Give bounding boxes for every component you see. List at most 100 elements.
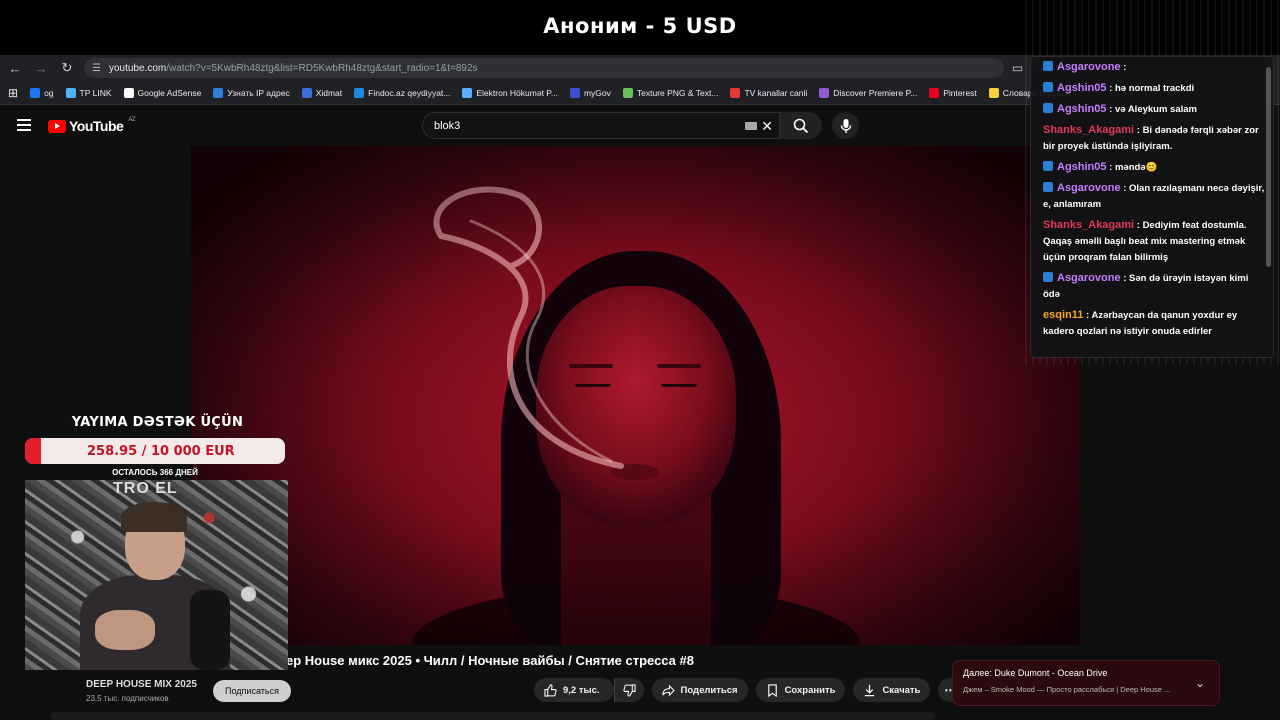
chat-overlay: Asgarovone : Agshin05 : hə normal trackd… — [1030, 56, 1274, 358]
share-label: Поделиться — [680, 684, 738, 696]
apps-grid-icon[interactable]: ⊞ — [8, 86, 18, 100]
bookmark-item[interactable]: Discover Premiere P... — [819, 87, 918, 98]
bookmark-favicon-icon — [730, 87, 741, 98]
video-player[interactable] — [191, 146, 1080, 645]
bookmark-item[interactable]: TP LINK — [65, 87, 112, 98]
description-strip — [50, 712, 935, 720]
bookmark-item[interactable]: TV kanallar canli — [730, 87, 808, 98]
bookmark-item[interactable]: Google AdSense — [123, 87, 202, 98]
chat-separator: : — [1106, 162, 1115, 173]
like-button[interactable]: 9,2 тыс. — [534, 678, 614, 702]
subscribe-button[interactable]: Подписаться — [213, 680, 291, 702]
donation-days-left: ОСТАЛОСЬ 366 ДНЕЙ — [112, 468, 198, 477]
video-actions: 9,2 тыс. Поделиться Сохранить Скачать ⋯ — [534, 678, 963, 702]
channel-name[interactable]: DEEP HOUSE MIX 2025 — [86, 679, 197, 690]
youtube-logo[interactable]: YouTube AZ — [48, 117, 135, 134]
install-app-icon[interactable]: ▭ — [1012, 61, 1023, 75]
chat-username[interactable]: Agshin05 — [1057, 82, 1107, 94]
bookmark-item[interactable]: Elektron Hökumət P... — [462, 87, 558, 98]
back-icon[interactable]: ← — [6, 59, 24, 77]
forward-icon[interactable]: → — [32, 59, 50, 77]
chat-message: Agshin05 : və Aleykum salam — [1043, 101, 1267, 118]
chat-username[interactable]: Shanks_Akagami — [1043, 219, 1134, 231]
stream-title: Аноним - 5 USD — [543, 14, 737, 38]
thumbs-up-icon — [544, 683, 557, 697]
save-label: Сохранить — [784, 684, 836, 696]
chat-separator: : — [1134, 125, 1143, 136]
thumbs-down-icon — [622, 683, 636, 697]
bookmark-item[interactable]: Pinterest — [929, 87, 977, 98]
bookmark-favicon-icon — [354, 87, 365, 98]
bookmark-item[interactable]: Узнать IP адрес — [213, 87, 290, 98]
bookmark-label: Google AdSense — [137, 87, 202, 98]
chat-separator: : — [1134, 220, 1143, 231]
donation-progress-bar: 258.95 / 10 000 EUR — [25, 438, 285, 464]
chat-text: məndə😊 — [1114, 162, 1158, 173]
chat-message: Agshin05 : məndə😊 — [1043, 159, 1267, 176]
bookmark-item[interactable]: myGov — [569, 87, 611, 98]
bookmark-item[interactable]: Xidmat — [301, 87, 342, 98]
bookmark-label: Discover Premiere P... — [833, 87, 918, 98]
bookmark-label: Elektron Hökumət P... — [476, 87, 558, 98]
chat-badge-icon — [1043, 161, 1053, 171]
bookmark-label: TV kanallar canli — [744, 87, 808, 98]
chat-text: və Aleykum salam — [1114, 104, 1197, 115]
screen: Аноним - 5 USD ← → ↻ ☰ youtube.com/watch… — [0, 0, 1280, 720]
video-title: ep House микс 2025 • Чилл / Ночные вайбы… — [286, 653, 694, 668]
download-icon — [865, 684, 875, 696]
chat-username[interactable]: Agshin05 — [1057, 161, 1107, 173]
microphone-icon — [840, 118, 851, 133]
chat-message: Asgarovone : — [1043, 59, 1267, 76]
bookmark-favicon-icon — [569, 87, 580, 98]
chat-message: Shanks_Akagami : Bi dənədə fərqli xəbər … — [1043, 122, 1267, 155]
chat-username[interactable]: esqin11 — [1043, 309, 1083, 321]
bookmark-item[interactable]: Findoc.az qeydiyyat... — [354, 87, 450, 98]
webcam-feed: TRO EL — [25, 480, 288, 670]
chat-username[interactable]: Agshin05 — [1057, 103, 1107, 115]
chat-username[interactable]: Asgarovone — [1057, 272, 1121, 284]
clear-search-icon[interactable]: ✕ — [761, 118, 773, 135]
donation-amount: 258.95 / 10 000 EUR — [87, 443, 235, 459]
chat-username[interactable]: Asgarovone — [1057, 182, 1121, 194]
download-label: Скачать — [882, 684, 921, 696]
bookmark-favicon-icon — [462, 87, 473, 98]
chat-username[interactable]: Asgarovone — [1057, 61, 1121, 73]
webcam-sign: TRO EL — [113, 480, 178, 497]
bookmark-label: Pinterest — [943, 87, 977, 98]
youtube-logo-text: YouTube — [69, 118, 124, 134]
bookmark-favicon-icon — [65, 87, 76, 98]
chat-username[interactable]: Shanks_Akagami — [1043, 124, 1134, 136]
keyboard-icon[interactable] — [745, 122, 757, 130]
chat-message: Asgarovone : Sən də ürəyin istəyən kimi … — [1043, 270, 1267, 303]
dislike-button[interactable] — [613, 678, 644, 702]
chat-scrollbar[interactable] — [1266, 67, 1271, 267]
bookmark-item[interactable]: og — [30, 87, 54, 98]
streamer-microphone — [190, 590, 230, 670]
bookmark-favicon-icon — [213, 87, 224, 98]
site-info-icon[interactable]: ☰ — [92, 63, 101, 74]
chevron-down-icon[interactable]: ⌄ — [1195, 676, 1205, 690]
up-next-card[interactable]: Далее: Duke Dumont - Ocean Drive Джем – … — [952, 660, 1220, 706]
address-bar[interactable]: ☰ youtube.com/watch?v=5KwbRh48ztg&list=R… — [84, 58, 1004, 78]
like-count: 9,2 тыс. — [563, 684, 600, 696]
bookmark-favicon-icon — [301, 87, 312, 98]
bookmark-label: myGov — [583, 87, 611, 98]
share-button[interactable]: Поделиться — [651, 678, 748, 702]
search-button[interactable] — [780, 112, 822, 139]
download-button[interactable]: Скачать — [853, 678, 931, 702]
bookmark-favicon-icon — [819, 87, 830, 98]
menu-icon[interactable] — [17, 119, 31, 131]
bookmark-label: og — [44, 87, 54, 98]
donation-heading: YAYIMA DƏSTƏK ÜÇÜN — [71, 415, 244, 430]
streamer-hand — [95, 610, 155, 650]
url-path: /watch?v=5KwbRh48ztg&list=RD5KwbRh48ztg&… — [166, 62, 478, 74]
bookmark-label: Texture PNG & Text... — [636, 87, 719, 98]
voice-search-button[interactable] — [832, 112, 859, 139]
search-input[interactable]: blok3 ✕ — [422, 112, 780, 139]
share-icon — [661, 684, 675, 696]
bookmark-item[interactable]: Texture PNG & Text... — [622, 87, 719, 98]
video-vignette — [191, 146, 1080, 645]
save-button[interactable]: Сохранить — [755, 678, 846, 702]
reload-icon[interactable]: ↻ — [58, 59, 76, 77]
chat-separator: : — [1106, 104, 1115, 115]
